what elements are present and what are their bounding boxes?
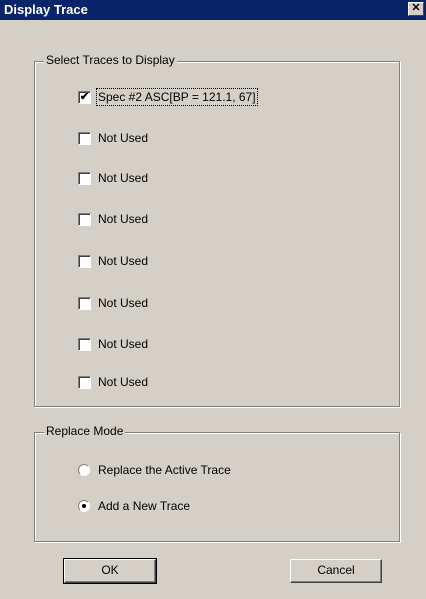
radio-label-add: Add a New Trace [98, 499, 191, 513]
trace-label-6: Not Used [98, 296, 149, 310]
ok-button[interactable]: OK [63, 558, 157, 584]
close-button[interactable]: ✕ [408, 2, 424, 16]
trace-label-1: Spec #2 ASC[BP = 121.1, 67] [96, 88, 258, 106]
window-title: Display Trace [4, 2, 88, 17]
checkbox-box[interactable] [78, 255, 91, 268]
radio-button[interactable] [78, 464, 90, 476]
checkbox-box[interactable] [78, 376, 91, 389]
checkbox-box[interactable] [78, 172, 91, 185]
check-icon: ✔ [79, 91, 90, 103]
radio-label-replace: Replace the Active Trace [98, 463, 231, 477]
checkbox-box[interactable] [78, 213, 91, 226]
cancel-button[interactable]: Cancel [290, 559, 382, 583]
checkbox-box[interactable]: ✔ [78, 91, 91, 104]
checkbox-box[interactable] [78, 132, 91, 145]
select-traces-group [34, 61, 400, 407]
radio-button[interactable] [78, 500, 90, 512]
trace-label-8: Not Used [98, 375, 149, 389]
replace-mode-group [34, 432, 400, 542]
trace-label-4: Not Used [98, 212, 149, 226]
replace-mode-legend: Replace Mode [44, 424, 126, 438]
radio-selected-dot [82, 504, 86, 508]
trace-label-7: Not Used [98, 337, 149, 351]
checkbox-box[interactable] [78, 338, 91, 351]
checkbox-box[interactable] [78, 297, 91, 310]
close-icon: ✕ [411, 2, 421, 14]
trace-label-2: Not Used [98, 131, 149, 145]
select-traces-legend: Select Traces to Display [44, 53, 177, 67]
trace-label-3: Not Used [98, 171, 149, 185]
trace-label-5: Not Used [98, 254, 149, 268]
title-bar[interactable]: Display Trace ✕ [0, 0, 426, 20]
